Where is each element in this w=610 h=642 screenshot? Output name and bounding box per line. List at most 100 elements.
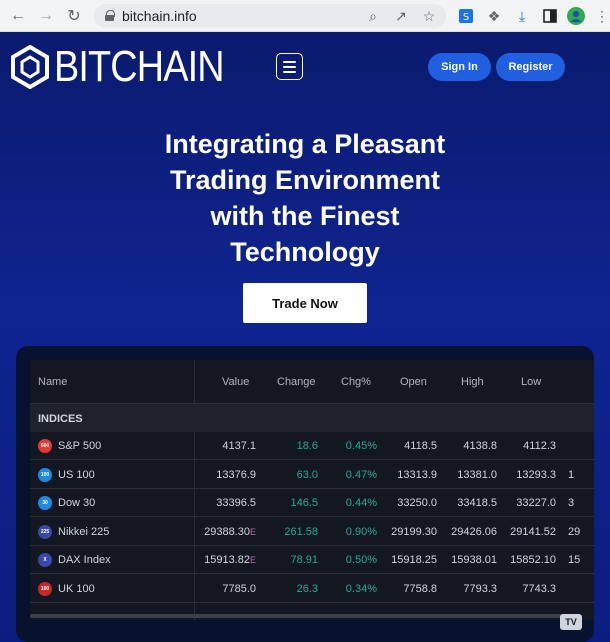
cell-change: 78.91 [290, 554, 318, 566]
index-badge-icon: 30 [38, 496, 52, 510]
table-row[interactable]: 500 S&P 500 4137.1 18.6 0.45% 4118.5 4138.8 411… [30, 432, 594, 460]
bookmark-star-icon[interactable]: ☆ [420, 7, 438, 25]
table-row[interactable]: 100 US 100 13376.9 63.0 0.47% 13313.9 13381.0 1… [30, 461, 594, 489]
cell-change-text: 63.0 [296, 468, 318, 481]
section-label: INDICES [38, 413, 83, 425]
cell-high: 33418.5 [457, 497, 497, 509]
lock-icon [105, 10, 115, 21]
row-name[interactable]: DAX Index [58, 554, 111, 566]
site-logo[interactable]: BITCHAIN [10, 42, 251, 91]
cell-change-text: 26.3 [296, 582, 318, 595]
index-badge-icon: 225 [38, 524, 52, 539]
col-low[interactable]: Low [521, 376, 541, 388]
cell-value-text: 15913.82 [204, 554, 250, 566]
extension-s-icon[interactable]: S [456, 6, 476, 26]
table-row[interactable]: X DAX Index 15913.82E 78.91 0.50% 15918.25 159… [30, 546, 594, 574]
cell-open-text: 4118.5 [404, 440, 437, 452]
cell-low-text: 13293.3 [516, 468, 556, 481]
puzzle-icon[interactable]: ❖ [484, 6, 504, 26]
zoom-icon[interactable]: ⌕ [364, 7, 382, 25]
cell-low: 13293.3 [516, 469, 556, 481]
table-row[interactable]: 100 UK 100 7785.0 26.3 0.34% 7758.8 7793.3 7743… [30, 575, 594, 603]
section-header: INDICES [30, 404, 594, 432]
col-high[interactable]: High [461, 376, 484, 388]
cell-chg-text: 0.44% [345, 497, 377, 509]
download-icon[interactable]: ⤓ [512, 6, 532, 26]
hero-heading: Integrating a Pleasant Trading Environme… [0, 126, 610, 270]
col-value[interactable]: Value [222, 376, 249, 388]
cell-value: 4137.1 [222, 440, 256, 452]
profile-avatar-icon[interactable] [566, 6, 586, 26]
cell-low: 7743.3 [522, 583, 556, 595]
cell-value: 29388.30E [204, 526, 256, 538]
cell-chg: 0.44% [346, 497, 377, 509]
hamburger-menu-button[interactable] [276, 53, 303, 80]
tradingview-logo-icon[interactable]: TV [560, 614, 582, 630]
address-bar[interactable]: bitchain.info ⌕ ↗ ☆ [94, 4, 446, 28]
index-badge-icon: 100 [38, 581, 52, 596]
row-name[interactable]: Nikkei 225 [58, 526, 109, 538]
delayed-marker: E [249, 526, 256, 537]
cell-overflow: 15 [568, 554, 581, 566]
cell-low-text: 4112.3 [523, 440, 556, 452]
cell-change-text: 261.58 [284, 525, 318, 538]
cell-change: 26.3 [297, 583, 318, 595]
cell-high-text: 15938.01 [451, 554, 497, 566]
cell-open: 13313.9 [397, 469, 437, 481]
cell-chg-text: 0.90% [345, 525, 377, 538]
logo-text: BITCHAIN [54, 42, 225, 91]
cell-open-text: 7758.8 [403, 582, 437, 595]
cell-change-text: 146.5 [290, 497, 318, 509]
cell-change: 146.5 [290, 497, 318, 509]
index-badge-icon: X [38, 553, 52, 567]
cell-low: 29141.52 [510, 526, 556, 538]
cell-low-text: 29141.52 [510, 525, 556, 538]
side-panel-icon[interactable] [540, 6, 560, 26]
trade-now-button[interactable]: Trade Now [243, 283, 367, 323]
menu-bar-icon [283, 65, 296, 68]
forward-icon[interactable]: → [36, 6, 56, 26]
cell-change-text: 18.6 [296, 440, 318, 452]
cell-value: 13376.9 [216, 469, 256, 481]
back-icon[interactable]: ← [8, 6, 28, 26]
cell-high-text: 29426.06 [451, 525, 497, 538]
cell-overflow: 1 [568, 468, 575, 481]
hero-line: with the Finest [210, 201, 400, 231]
cell-high: 7793.3 [463, 583, 497, 595]
col-name[interactable]: Name [38, 376, 67, 388]
share-icon[interactable]: ↗ [392, 7, 410, 25]
table-row[interactable]: 30 Dow 30 33396.5 146.5 0.44% 33250.0 33418.5 3… [30, 489, 594, 517]
sign-in-button[interactable]: Sign In [428, 53, 491, 81]
cell-high-text: 4138.8 [463, 440, 497, 452]
cell-overflow: 3 [568, 497, 575, 509]
register-button[interactable]: Register [496, 53, 565, 81]
row-name[interactable]: US 100 [58, 469, 95, 481]
cell-change: 261.58 [284, 526, 318, 538]
cell-open-text: 29199.30 [391, 525, 437, 538]
table-row[interactable]: 225 Nikkei 225 29388.30E 261.58 0.90% 29199.3… [30, 518, 594, 546]
cell-change: 63.0 [297, 469, 318, 481]
cell-value-text: 7785.0 [222, 582, 256, 595]
market-table[interactable]: Name Value Change Chg% Open High Low IND… [30, 360, 594, 620]
index-badge-icon: 100 [38, 467, 52, 482]
row-name[interactable]: Dow 30 [58, 497, 95, 509]
svg-text:S: S [463, 12, 469, 23]
market-ticker-widget: Name Value Change Chg% Open High Low IND… [16, 346, 594, 642]
row-name[interactable]: S&P 500 [58, 440, 101, 452]
cell-chg-text: 0.45% [345, 440, 377, 452]
col-open[interactable]: Open [400, 376, 427, 388]
row-name[interactable]: UK 100 [58, 583, 95, 595]
cell-value-text: 29388.30 [204, 525, 250, 538]
cell-change-text: 78.91 [290, 554, 318, 566]
reload-icon[interactable]: ↻ [64, 6, 84, 26]
cell-low: 15852.10 [510, 554, 556, 566]
horizontal-scrollbar[interactable] [30, 614, 570, 618]
col-chg-pct[interactable]: Chg% [341, 376, 371, 388]
cell-open-text: 33250.0 [397, 497, 437, 509]
cell-chg-text: 0.47% [345, 468, 377, 481]
table-header: Name Value Change Chg% Open High Low [30, 360, 594, 404]
hero-line: Trading Environment [169, 165, 441, 195]
hero-line: Integrating a Pleasant [164, 129, 446, 159]
col-change[interactable]: Change [277, 376, 316, 388]
more-vert-icon[interactable]: ⋮ [592, 6, 610, 26]
